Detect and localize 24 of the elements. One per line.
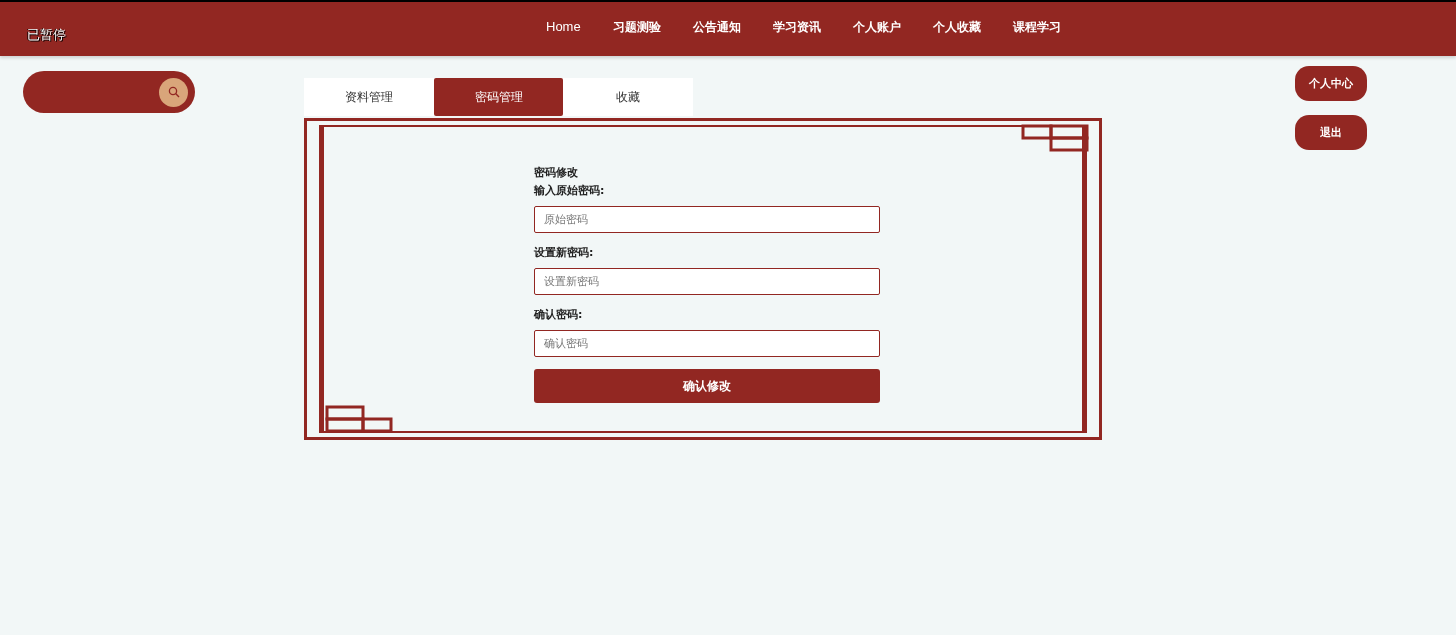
field-label: 确认密码: [534,307,584,322]
nav-link[interactable]: 学习资讯 [756,18,837,36]
nav-link[interactable]: Home [530,18,597,36]
nav-link[interactable]: 习题测验 [596,18,677,36]
tab[interactable]: 收藏 [563,78,693,116]
tab[interactable]: 密码管理 [433,78,564,116]
paused-label: 已暂停 [27,26,66,44]
field-label: 输入原始密码: [534,183,606,198]
nav-link[interactable]: 个人收藏 [916,18,997,36]
password-field[interactable]: 原始密码 [534,206,880,233]
nav-link[interactable]: 公告通知 [676,18,757,36]
form-title: 密码修改 [534,165,579,180]
search-icon [167,86,180,98]
nav-link[interactable]: 课程学习 [996,18,1077,36]
confirm-button[interactable]: 确认修改 [534,369,880,403]
tab[interactable]: 资料管理 [304,78,434,116]
password-field[interactable]: 设置新密码 [534,268,880,295]
side-button[interactable]: 个人中心 [1295,66,1367,101]
side-button[interactable]: 退出 [1295,115,1367,150]
nav-link[interactable]: 个人账户 [836,18,917,36]
search-field[interactable] [23,71,195,113]
search-button[interactable] [159,77,188,107]
field-label: 设置新密码: [534,245,595,260]
password-field[interactable]: 确认密码 [534,330,880,357]
